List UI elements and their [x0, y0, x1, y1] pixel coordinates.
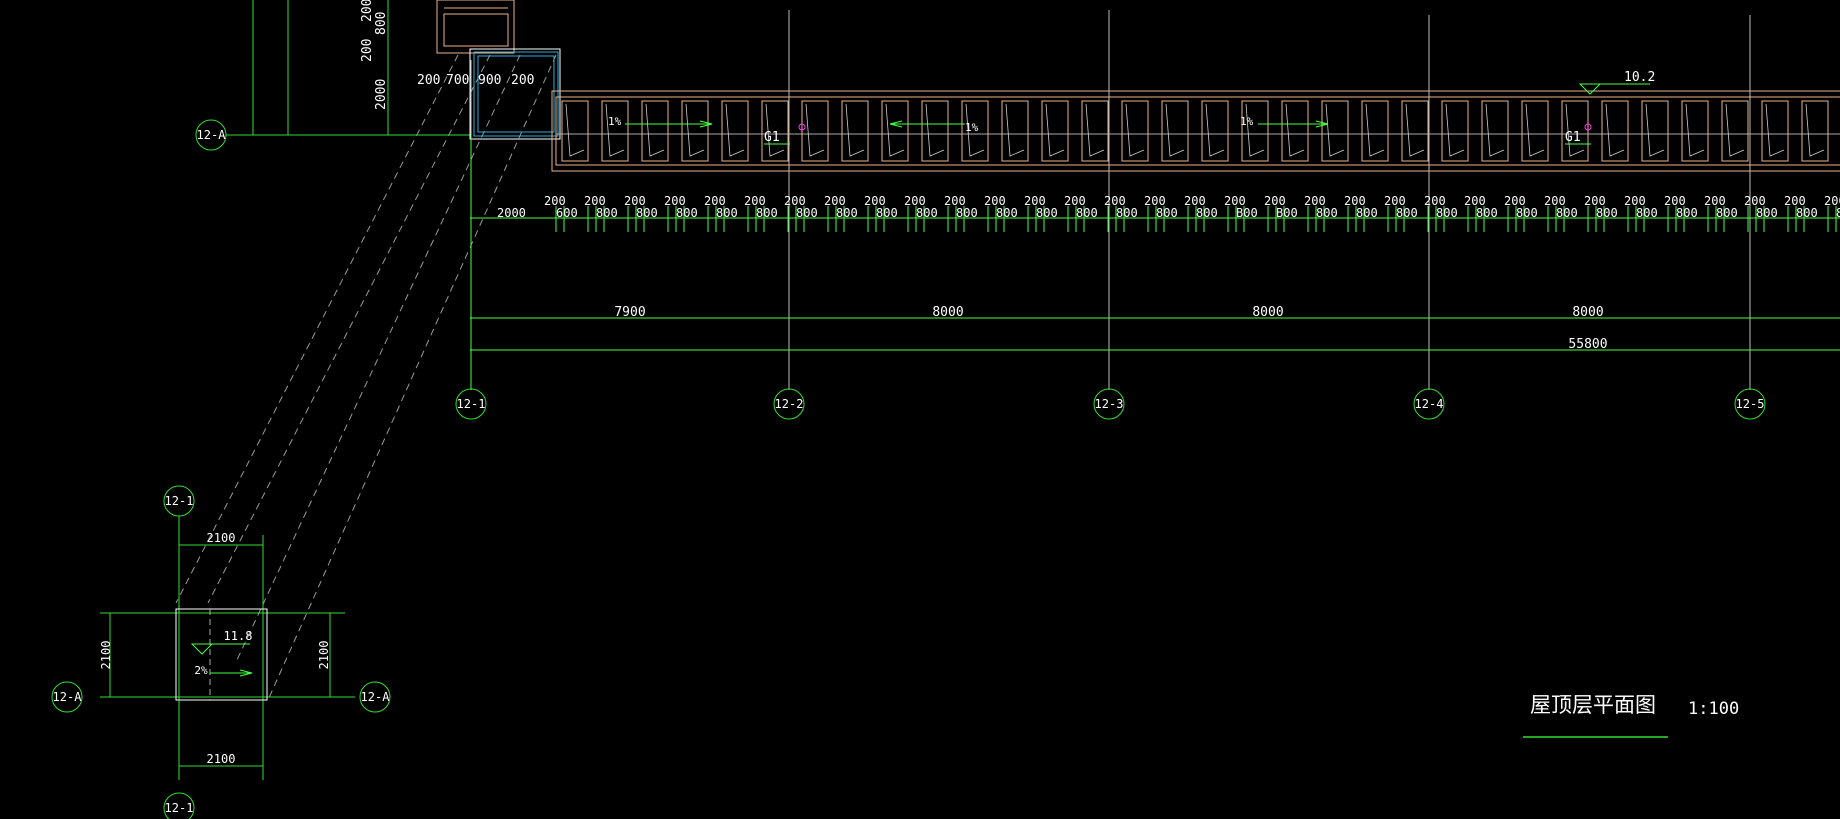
row-dim-span: B00 — [1236, 206, 1258, 220]
slope-label: 1% — [1240, 115, 1254, 128]
row-dim-span: 800 — [1676, 206, 1698, 220]
top-stack-dim-2: 800 — [374, 12, 389, 35]
bubble-label-12-4: 12-4 — [1415, 397, 1444, 411]
small-slope: 2% — [194, 664, 208, 677]
row-dim-span: 800 — [596, 206, 618, 220]
row-dim-first: 2000 — [497, 206, 526, 220]
corner-dim: 700 — [446, 73, 469, 88]
bay-dim-3: 8000 — [1252, 305, 1283, 320]
row-dim-span: B00 — [1276, 206, 1298, 220]
bubble-label-right: 12-A — [361, 690, 391, 704]
row-dim-span: 800 — [1076, 206, 1098, 220]
row-dim-span: 800 — [796, 206, 818, 220]
slope-label: 1% — [965, 121, 979, 134]
bubble-label-12-3: 12-3 — [1095, 397, 1124, 411]
bubble-label-top: 12-1 — [165, 494, 194, 508]
corner-dim: 200 — [511, 73, 534, 88]
gutter-label: G1 — [764, 130, 780, 145]
bubble-label-12-A: 12-A — [197, 128, 227, 142]
bubble-label-left: 12-A — [53, 690, 83, 704]
row-dim-span: 600 — [556, 206, 578, 220]
top-stack-dim-1: 200 — [360, 0, 375, 22]
row-dim-span: 800 — [1716, 206, 1738, 220]
row-dim-span: 800 — [956, 206, 978, 220]
bay-dim-1: 7900 — [614, 305, 645, 320]
row-dim-span: 800 — [1796, 206, 1818, 220]
row-dim-span: 800 — [1556, 206, 1578, 220]
slope-label: 1% — [608, 115, 622, 128]
small-right-dim: 2100 — [317, 641, 331, 670]
row-dim-span: 800 — [716, 206, 738, 220]
row-dim-span: 800 — [756, 206, 778, 220]
cad-drawing: 200 800 200 2000 200 700 900 200 2000 20… — [0, 0, 1840, 819]
roof-elevation: 10.2 — [1624, 70, 1655, 85]
bubble-label-12-1: 12-1 — [457, 397, 486, 411]
row-dim-span: 800 — [636, 206, 658, 220]
row-dim-span: 800 — [1596, 206, 1618, 220]
row-dim-span: 800 — [1316, 206, 1338, 220]
small-elevation: 11.8 — [224, 629, 253, 643]
row-dim-span: 800 — [1156, 206, 1178, 220]
row-dim-span: 800 — [1756, 206, 1778, 220]
row-dim-span: 800 — [1636, 206, 1658, 220]
row-dim-span: 800 — [1116, 206, 1138, 220]
title-scale: 1:100 — [1688, 699, 1739, 719]
total-dim: 55800 — [1568, 337, 1607, 352]
row-dim-span: 800 — [1396, 206, 1418, 220]
corner-dim: 200 — [417, 73, 440, 88]
bubble-label-12-5: 12-5 — [1736, 397, 1765, 411]
bubble-label-bottom: 12-1 — [165, 801, 194, 815]
bubble-label-12-2: 12-2 — [775, 397, 804, 411]
row-dim-span: 800 — [1836, 206, 1840, 220]
small-bottom-dim: 2100 — [207, 752, 236, 766]
small-top-dim: 2100 — [207, 531, 236, 545]
row-dim-span: 800 — [996, 206, 1018, 220]
small-left-dim: 2100 — [99, 641, 113, 670]
row-dim-span: 800 — [1476, 206, 1498, 220]
bay-dim-4: 8000 — [1572, 305, 1603, 320]
gutter-label: G1 — [1565, 130, 1581, 145]
bay-dim-2: 8000 — [932, 305, 963, 320]
row-dim-span: 800 — [1436, 206, 1458, 220]
row-dim-span: 800 — [836, 206, 858, 220]
row-dim-span: 800 — [1036, 206, 1058, 220]
top-stack-dim-3: 200 — [360, 39, 375, 62]
row-dim-span: 800 — [1196, 206, 1218, 220]
corner-dim: 900 — [478, 73, 501, 88]
row-dim-span: 800 — [676, 206, 698, 220]
title-name: 屋顶层平面图 — [1530, 693, 1656, 717]
top-stack-dim-4: 2000 — [374, 79, 389, 110]
row-dim-span: 800 — [1516, 206, 1538, 220]
row-dim-span: 800 — [1356, 206, 1378, 220]
row-dim-span: 800 — [876, 206, 898, 220]
row-dim-span: 800 — [916, 206, 938, 220]
